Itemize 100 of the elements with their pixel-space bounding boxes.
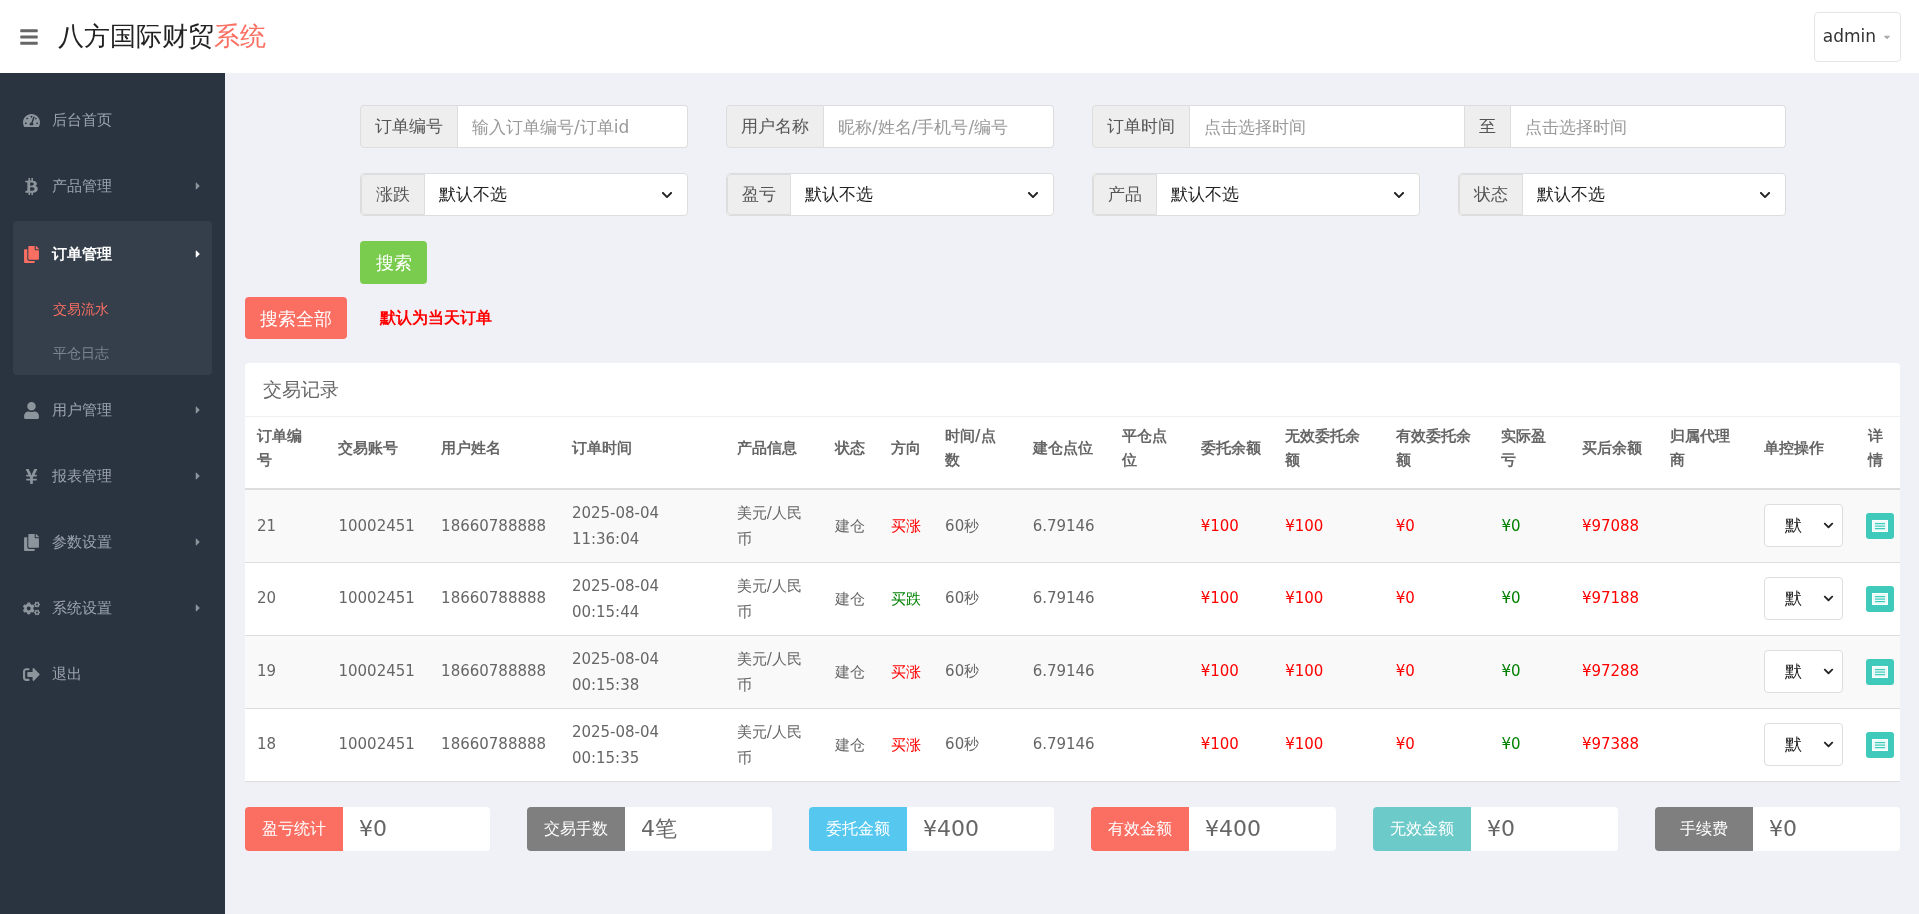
text-field[interactable]: 昵称/姓名/手机号/编号 bbox=[824, 105, 1054, 148]
sidebar-item[interactable]: 报表管理 bbox=[13, 443, 212, 509]
table-cell: 18660788888 bbox=[429, 635, 560, 708]
column-header: 时间/点数 bbox=[933, 417, 1021, 489]
gears-icon bbox=[23, 599, 40, 617]
detail-button[interactable] bbox=[1865, 512, 1894, 539]
sidebar-item[interactable]: 参数设置 bbox=[13, 509, 212, 575]
table-cell: ¥97088 bbox=[1569, 489, 1659, 562]
column-header: 委托余额 bbox=[1188, 417, 1274, 489]
sidebar-item[interactable]: 产品管理 bbox=[13, 153, 212, 219]
table-cell: 美元/人民币 bbox=[724, 708, 824, 781]
stat-value: ¥0 bbox=[358, 815, 388, 843]
dashboard-icon bbox=[23, 111, 40, 129]
column-header: 无效委托余额 bbox=[1273, 417, 1384, 489]
chevron-down-icon bbox=[1823, 739, 1834, 750]
table-cell: ¥100 bbox=[1188, 489, 1274, 562]
table-cell: 20 bbox=[245, 562, 327, 635]
column-header: 实际盈亏 bbox=[1489, 417, 1570, 489]
table-cell: 建仓 bbox=[823, 562, 879, 635]
table-cell: 建仓 bbox=[823, 489, 879, 562]
table-cell: 6.79146 bbox=[1020, 562, 1111, 635]
table-cell: 19 bbox=[245, 635, 327, 708]
table-cell: ¥0 bbox=[1383, 708, 1490, 781]
table-cell: ¥100 bbox=[1273, 489, 1384, 562]
column-header: 归属代理商 bbox=[1658, 417, 1752, 489]
text-field[interactable]: 输入订单编号/订单id bbox=[458, 105, 688, 148]
table-cell: ¥0 bbox=[1383, 489, 1490, 562]
column-header: 方向 bbox=[878, 417, 934, 489]
table-cell: 60秒 bbox=[933, 489, 1021, 562]
date-field[interactable]: 点击选择时间 bbox=[1511, 105, 1786, 148]
field-label: 用户名称 bbox=[726, 105, 824, 148]
card-title: 交易记录 bbox=[245, 363, 1900, 417]
detail-button[interactable] bbox=[1865, 585, 1894, 612]
stat-label: 委托金额 bbox=[809, 806, 907, 851]
table-cell: 买跌 bbox=[878, 562, 934, 635]
card-icon bbox=[1871, 519, 1888, 532]
sidebar-item[interactable]: 订单管理 bbox=[13, 221, 212, 287]
table-cell: ¥0 bbox=[1383, 635, 1490, 708]
column-header: 状态 bbox=[823, 417, 879, 489]
user-menu-button[interactable]: admin bbox=[1813, 11, 1901, 62]
table-cell: 建仓 bbox=[823, 635, 879, 708]
control-select[interactable]: 默 bbox=[1764, 577, 1843, 620]
table-cell: 买涨 bbox=[878, 708, 934, 781]
menu-icon[interactable] bbox=[18, 26, 40, 47]
column-header: 平仓点位 bbox=[1110, 417, 1189, 489]
bitcoin-icon bbox=[23, 177, 40, 195]
table-cell: 10002451 bbox=[326, 489, 430, 562]
app-title: 八方国际财贸系统 bbox=[58, 20, 266, 53]
caret-icon bbox=[194, 248, 202, 260]
sidebar-item[interactable]: 系统设置 bbox=[13, 575, 212, 641]
control-select[interactable]: 默 bbox=[1764, 504, 1843, 548]
table-cell: ¥100 bbox=[1273, 708, 1384, 781]
sidebar-subitem[interactable]: 平仓日志 bbox=[13, 331, 212, 375]
logout-icon bbox=[23, 665, 40, 683]
table-cell: 2025-08-04 11:36:04 bbox=[559, 489, 725, 562]
table-cell: 买涨 bbox=[878, 635, 934, 708]
table-cell: 美元/人民币 bbox=[724, 635, 824, 708]
sidebar-subitem[interactable]: 交易流水 bbox=[13, 287, 212, 331]
table-cell: 18 bbox=[245, 708, 327, 781]
sidebar-item[interactable]: 退出 bbox=[13, 641, 212, 707]
table-cell: 建仓 bbox=[823, 708, 879, 781]
column-header: 用户姓名 bbox=[429, 417, 560, 489]
table-cell: 60秒 bbox=[933, 635, 1021, 708]
caret-icon bbox=[194, 470, 202, 482]
table-cell: ¥100 bbox=[1188, 708, 1274, 781]
column-header: 建仓点位 bbox=[1020, 417, 1111, 489]
card-icon bbox=[1871, 592, 1888, 605]
table-cell: ¥100 bbox=[1188, 635, 1274, 708]
search-all-button[interactable]: 搜索全部 bbox=[245, 297, 347, 339]
table-cell: ¥100 bbox=[1188, 562, 1274, 635]
column-header: 详情 bbox=[1855, 417, 1900, 489]
stat-value: 4笔 bbox=[640, 815, 678, 843]
table-cell: ¥0 bbox=[1489, 489, 1570, 562]
documents-icon bbox=[23, 533, 40, 551]
date-field[interactable]: 点击选择时间 bbox=[1190, 105, 1464, 148]
sidebar-item[interactable]: 用户管理 bbox=[13, 377, 212, 443]
table-cell: 6.79146 bbox=[1020, 635, 1111, 708]
field-label: 订单编号 bbox=[360, 105, 458, 148]
sidebar-item[interactable]: 后台首页 bbox=[13, 87, 212, 153]
control-select[interactable]: 默 bbox=[1764, 723, 1843, 766]
chevron-down-icon bbox=[1823, 666, 1834, 677]
table-cell: 美元/人民币 bbox=[724, 562, 824, 635]
stat-value: ¥0 bbox=[1768, 815, 1798, 843]
table-cell: 6.79146 bbox=[1020, 489, 1111, 562]
control-select[interactable]: 默 bbox=[1764, 650, 1843, 693]
column-header: 产品信息 bbox=[724, 417, 824, 489]
stat-label: 盈亏统计 bbox=[245, 806, 343, 851]
column-header: 单控操作 bbox=[1752, 417, 1856, 489]
table-cell: ¥0 bbox=[1383, 562, 1490, 635]
table-cell: ¥97388 bbox=[1569, 708, 1659, 781]
stat-label: 无效金额 bbox=[1373, 806, 1471, 851]
user-icon bbox=[23, 401, 40, 419]
table-cell: 10002451 bbox=[326, 708, 430, 781]
column-header: 买后余额 bbox=[1569, 417, 1659, 489]
table-cell: 21 bbox=[245, 489, 327, 562]
table-cell: 60秒 bbox=[933, 562, 1021, 635]
caret-icon bbox=[194, 404, 202, 416]
detail-button[interactable] bbox=[1865, 658, 1894, 685]
column-header: 有效委托余额 bbox=[1383, 417, 1490, 489]
detail-button[interactable] bbox=[1865, 731, 1894, 758]
